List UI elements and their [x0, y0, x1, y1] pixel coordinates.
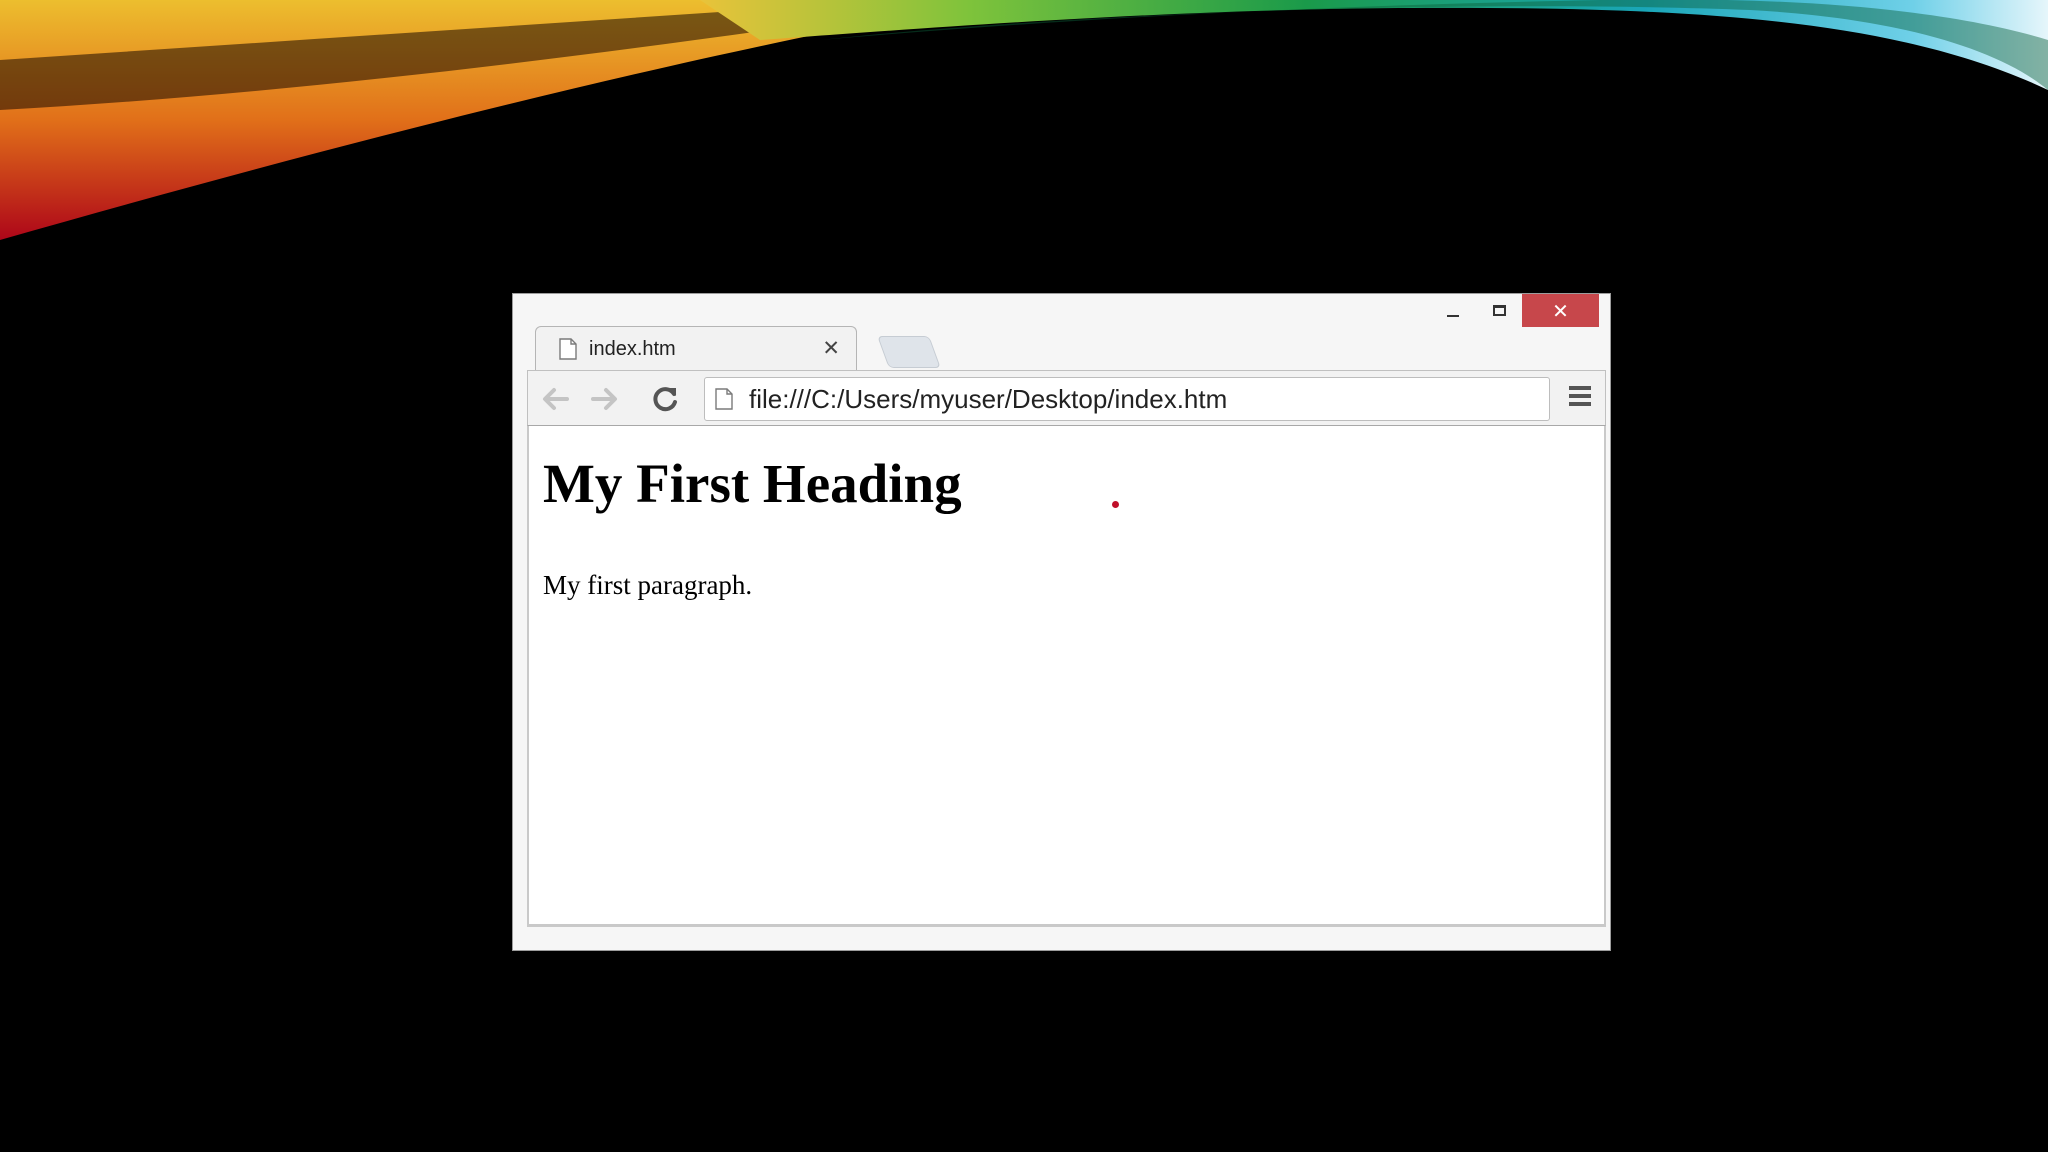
- close-window-button[interactable]: ✕: [1522, 294, 1599, 327]
- tab-title: index.htm: [589, 337, 676, 360]
- back-button[interactable]: [538, 382, 572, 416]
- address-bar[interactable]: file:///C:/Users/myuser/Desktop/index.ht…: [704, 377, 1550, 421]
- browser-toolbar: file:///C:/Users/myuser/Desktop/index.ht…: [527, 370, 1606, 426]
- new-tab-button[interactable]: [877, 336, 941, 368]
- browser-window: ✕ index.htm ✕ file:///C:/Users/myuser/De…: [512, 293, 1611, 951]
- address-url[interactable]: file:///C:/Users/myuser/Desktop/index.ht…: [749, 384, 1227, 415]
- back-arrow-icon: [543, 388, 569, 410]
- minimize-button[interactable]: [1430, 294, 1476, 327]
- forward-button[interactable]: [588, 382, 622, 416]
- decorative-rainbow-swoosh: [0, 0, 2048, 240]
- page-document-icon: [715, 388, 733, 410]
- reload-icon: [653, 387, 677, 412]
- minimize-icon: [1447, 314, 1459, 317]
- menu-button[interactable]: [1565, 383, 1595, 415]
- hamburger-menu-icon: [1565, 386, 1595, 406]
- maximize-button[interactable]: [1476, 294, 1522, 327]
- tab-close-icon[interactable]: ✕: [822, 336, 840, 360]
- maximize-icon: [1492, 305, 1506, 316]
- page-viewport: My First Heading My first paragraph.: [527, 426, 1606, 927]
- close-icon: ✕: [1552, 298, 1569, 323]
- page-paragraph: My first paragraph.: [543, 570, 753, 600]
- mouse-cursor-dot: [1112, 501, 1119, 508]
- forward-arrow-icon: [591, 388, 617, 410]
- tab-index[interactable]: index.htm ✕: [535, 326, 857, 371]
- document-icon: [559, 338, 577, 360]
- page-heading: My First Heading: [543, 453, 962, 514]
- reload-button[interactable]: [648, 382, 682, 416]
- window-controls: ✕: [1430, 294, 1599, 328]
